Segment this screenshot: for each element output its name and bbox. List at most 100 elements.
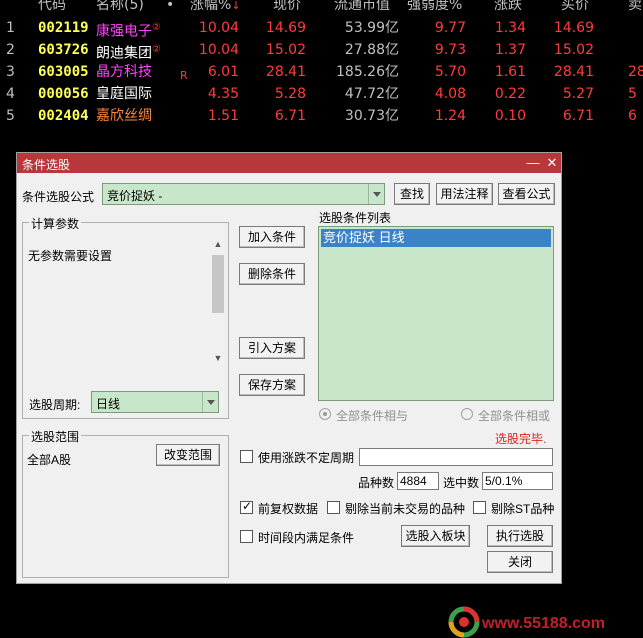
row-code: 002404 [38,108,89,124]
row-price: 6.71 [274,108,306,124]
delete-condition-button[interactable]: 删除条件 [239,263,305,285]
watermark-text: www.55188.com [481,615,605,632]
row-mcap: 185.26亿 [336,64,399,80]
variable-period-label: 使用涨跌不定周期 [258,451,355,465]
exclude-st-checkbox[interactable] [473,501,486,514]
row-name: 嘉欣丝绸 [96,108,152,124]
period-select[interactable]: 日线 [91,391,219,413]
row-name: 皇庭国际 [96,86,152,102]
close-icon[interactable]: ✕ [543,154,561,172]
row-mcap: 27.88亿 [344,42,399,58]
row-mcap: 30.73亿 [344,108,399,124]
scroll-down-icon[interactable]: ▼ [210,351,226,365]
exclude-st-label: 剔除ST品种 [491,502,555,516]
col-header-ask[interactable]: 卖 [628,0,642,14]
condition-list[interactable]: 竞价捉妖 日线 [318,226,554,401]
table-row[interactable]: 4 000056 4.35 5.28 47.72亿 4.08 0.22 5.27 5 皇庭国际 [0,83,643,105]
row-index: 4 [6,86,15,102]
row-mark: ② [152,44,161,55]
formula-value: 竞价捉妖 - [107,189,163,203]
chevron-down-icon[interactable] [368,184,384,204]
row-code: 603005 [38,64,89,80]
dialog-titlebar[interactable]: 条件选股 — ✕ [17,153,561,173]
row-bid: 5.27 [562,86,594,102]
row-code: 002119 [38,20,89,36]
col-header-name[interactable]: 名称(5) [96,0,144,14]
table-row[interactable]: 3 603005 6.01 28.41 185.26亿 5.70 1.61 28.41 28 晶方… [0,61,643,83]
period-value: 日线 [96,397,121,411]
row-chg: 0.10 [494,108,526,124]
variable-period-checkbox[interactable] [240,450,253,463]
row-price: 14.69 [265,20,306,36]
execute-button[interactable]: 执行选股 [487,525,553,547]
add-condition-button[interactable]: 加入条件 [239,226,305,248]
row-chg: 0.22 [494,86,526,102]
radio-or-label: 全部条件相或 [478,409,551,423]
import-plan-button[interactable]: 引入方案 [239,337,305,359]
view-formula-button[interactable]: 查看公式 [498,183,555,205]
params-scrollbar[interactable]: ▲ ▼ [210,237,226,367]
formula-select[interactable]: 竞价捉妖 - [102,183,385,205]
col-header-chg[interactable]: 涨跌 [494,0,522,14]
row-index: 3 [6,64,15,80]
row-code: 000056 [38,86,89,102]
find-button[interactable]: 查找 [394,183,430,205]
params-group-title: 计算参数 [29,215,82,232]
radio-or[interactable] [461,408,473,420]
selected-label: 选中数 [443,476,480,490]
site-logo-icon: www.55188.com [448,606,605,638]
count-label: 品种数 [358,476,395,490]
params-text: 无参数需要设置 [28,249,113,263]
scroll-thumb[interactable] [212,255,224,313]
range-group-title: 选股范围 [29,428,82,445]
col-header-strength[interactable]: 强弱度% [407,0,462,14]
col-header-code[interactable]: 代码 [38,0,66,14]
row-code: 603726 [38,42,89,58]
row-chg: 1.34 [494,20,526,36]
change-range-button[interactable]: 改变范围 [156,444,220,466]
row-chg-pct: 4.35 [207,86,239,102]
table-row[interactable]: 2 603726 10.04 15.02 27.88亿 9.73 1.37 15.02 朗迪集团… [0,39,643,62]
row-index: 2 [6,42,15,58]
adjusted-data-checkbox[interactable] [240,499,253,514]
row-index: 5 [6,108,15,124]
row-mcap: 47.72亿 [344,86,399,102]
scroll-up-icon[interactable]: ▲ [210,237,226,251]
row-index: 1 [6,20,15,36]
row-chg-pct: 1.51 [207,108,239,124]
col-header-bid[interactable]: 买价 [561,0,589,14]
usage-notes-button[interactable]: 用法注释 [436,183,493,205]
list-item[interactable]: 竞价捉妖 日线 [321,229,551,247]
col-header-mcap[interactable]: 流通市值 [334,0,390,14]
row-bid: 14.69 [553,20,594,36]
chevron-down-icon[interactable] [202,392,218,412]
period-label: 选股周期: [29,398,81,412]
range-group: 选股范围 全部A股 改变范围 [22,428,229,578]
close-button[interactable]: 关闭 [487,551,553,573]
variable-period-input[interactable] [359,448,553,466]
exclude-untraded-checkbox[interactable] [327,501,340,514]
row-ask: 5 [628,86,637,102]
time-range-checkbox[interactable] [240,530,253,543]
select-to-block-button[interactable]: 选股入板块 [401,525,470,547]
row-bid: 15.02 [553,42,594,58]
row-price: 5.28 [274,86,306,102]
row-chg-pct: 10.04 [198,20,239,36]
minimize-icon[interactable]: — [524,154,542,172]
params-group: 计算参数 无参数需要设置 ▲ ▼ 选股周期: 日线 [22,215,229,419]
selected-value: 5/0.1% [482,472,553,490]
row-chg: 1.37 [494,42,526,58]
save-plan-button[interactable]: 保存方案 [239,374,305,396]
col-header-chg-pct[interactable]: 涨幅%↓ [190,0,241,15]
row-ask: 6 [628,108,637,124]
row-bid: 6.71 [562,108,594,124]
table-row[interactable]: 5 002404 1.51 6.71 30.73亿 1.24 0.10 6.71 6 嘉欣丝绸 [0,105,643,127]
col-header-dot: • [166,0,175,13]
formula-label: 条件选股公式 [22,190,95,204]
radio-and[interactable] [319,408,331,420]
table-row[interactable]: 1 002119 10.04 14.69 53.99亿 9.77 1.34 14.69 康强电子… [0,17,643,40]
col-header-price[interactable]: 现价 [273,0,301,14]
time-range-label: 时间段内满足条件 [258,531,355,545]
row-name: 康强电子② [96,22,161,40]
row-chg-pct: 10.04 [198,42,239,58]
